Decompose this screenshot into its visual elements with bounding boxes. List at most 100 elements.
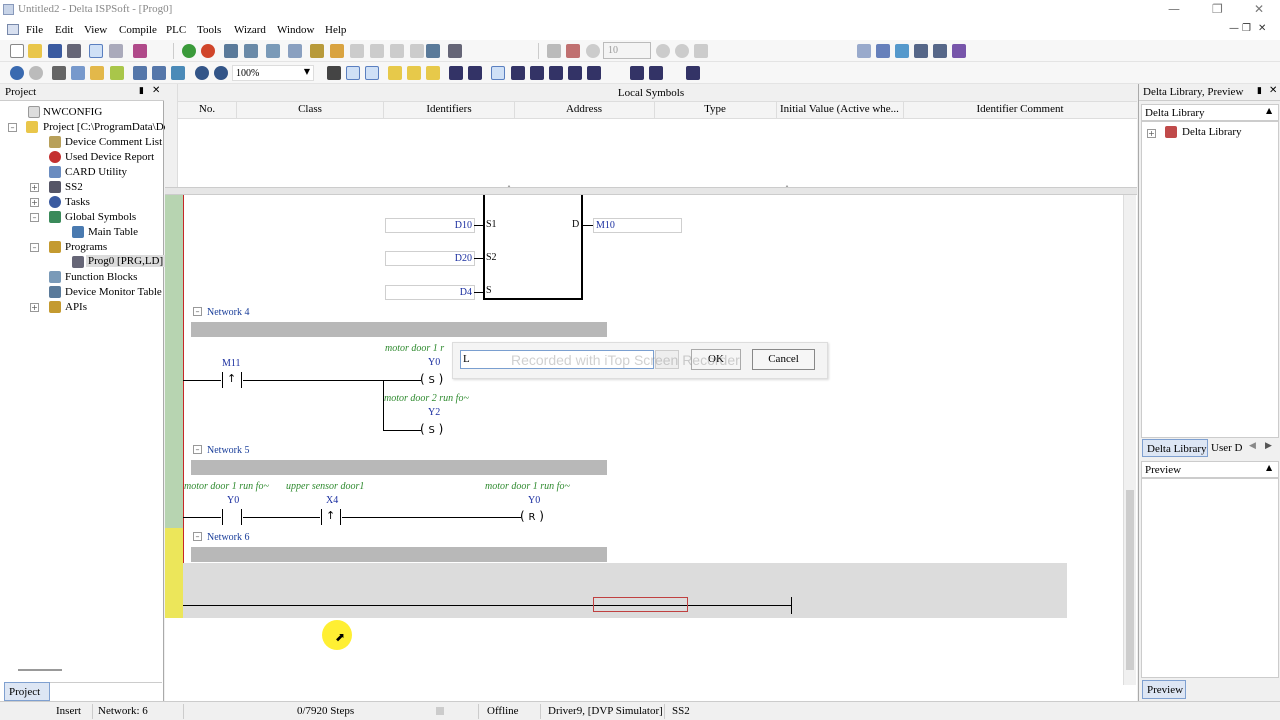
chevron-up-icon[interactable]: ▲ [1266,463,1272,472]
comment-icon[interactable] [346,66,360,80]
insert-icon[interactable] [686,66,700,80]
find-icon[interactable] [133,66,147,80]
zoom-out-icon[interactable] [214,66,228,80]
new-icon[interactable] [10,44,24,58]
stop-icon[interactable] [201,44,215,58]
network-4-comment-bar[interactable] [191,322,607,337]
coil-y0-var[interactable]: Y0 [428,357,440,368]
input-s[interactable]: D4 [385,285,475,300]
col-identifiers[interactable]: Identifiers [414,103,484,115]
step-icon[interactable] [547,44,561,58]
menu-wizard[interactable]: Wizard [234,24,266,36]
chevron-up-icon[interactable]: ▲ [1266,106,1272,115]
mdi-minimize-button[interactable]: — [1229,23,1239,34]
network-6-comment-bar[interactable] [191,547,607,562]
pointer-icon[interactable] [491,66,505,80]
network-5-comment-bar[interactable] [191,460,607,475]
output-d[interactable]: M10 [593,218,682,233]
tab-user-d[interactable]: User D [1211,442,1242,454]
hardware-icon[interactable] [448,44,462,58]
tag-icon[interactable] [426,66,440,80]
network-icon[interactable] [426,44,440,58]
menu-window[interactable]: Window [277,24,314,36]
save-icon[interactable] [48,44,62,58]
wizard-icon[interactable] [330,44,344,58]
contact-x4[interactable]: ↑ [320,509,342,525]
collapse-icon[interactable]: – [30,213,39,222]
compile-icon[interactable] [133,44,147,58]
coil-y2[interactable]: ( S ) [420,422,443,436]
horizontal-scrollbar[interactable] [18,669,62,671]
cancel-button[interactable]: Cancel [752,349,815,370]
input-s2[interactable]: D20 [385,251,475,266]
open-icon[interactable] [28,44,42,58]
vline-icon[interactable] [630,66,644,80]
disabled-icon[interactable] [675,44,689,58]
collapse-network-icon[interactable]: – [193,532,202,541]
view-icon[interactable] [952,44,966,58]
tree-item-ss2[interactable]: SS2 [65,181,83,193]
tree-item-used-device-report[interactable]: Used Device Report [65,151,154,163]
tree-item-device-monitor-table[interactable]: Device Monitor Table [65,286,162,298]
debug-icon[interactable] [566,44,580,58]
disabled-icon[interactable] [29,66,43,80]
tree-item-main-table[interactable]: Main Table [88,226,138,238]
view-icon[interactable] [933,44,947,58]
doc-icon[interactable] [7,24,19,35]
tree-item-apis[interactable]: APIs [65,301,87,313]
scroll-thumb[interactable] [1126,490,1134,670]
col-class[interactable]: Class [280,103,340,115]
and-icon[interactable] [587,66,601,80]
menu-view[interactable]: View [84,24,107,36]
view-icon[interactable] [914,44,928,58]
zoom-select[interactable]: 100% ▼ [232,65,314,81]
view-icon[interactable] [876,44,890,58]
grid-icon[interactable] [327,66,341,80]
tree-item-programs[interactable]: Programs [65,241,107,253]
layout-icon[interactable] [89,44,103,58]
cut-icon[interactable] [52,66,66,80]
tab-delta-library[interactable]: Delta Library [1142,439,1208,457]
coil-y2-var[interactable]: Y2 [428,407,440,418]
print-icon[interactable] [67,44,81,58]
expand-icon[interactable]: + [1147,129,1156,138]
contact-icon[interactable] [449,66,463,80]
online-icon[interactable] [224,44,238,58]
menu-tools[interactable]: Tools [197,24,221,36]
tree-item-function-blocks[interactable]: Function Blocks [65,271,137,283]
collapse-up-icon[interactable]: ˆ [507,185,511,194]
collapse-network-icon[interactable]: – [193,445,202,454]
tab-project[interactable]: Project [4,682,50,701]
collapse-icon[interactable]: – [8,123,17,132]
download-icon[interactable] [266,44,280,58]
disabled-icon[interactable] [370,44,384,58]
tree-item-nwconfig[interactable]: NWCONFIG [43,106,102,118]
mdi-restore-button[interactable]: ❐ [1242,23,1251,34]
expand-icon[interactable]: + [30,303,39,312]
close-icon[interactable]: ✕ [1269,85,1277,96]
menu-edit[interactable]: Edit [55,24,73,36]
zoom-in-icon[interactable] [195,66,209,80]
tree-item-project[interactable]: Project [C:\ProgramData\Delt [43,121,175,133]
view-icon[interactable] [857,44,871,58]
contact-y0-var[interactable]: Y0 [227,495,239,506]
contact-y0[interactable] [221,509,243,525]
monitor-icon[interactable] [288,44,302,58]
maximize-button[interactable]: ❐ [1212,2,1223,16]
contact-m11-var[interactable]: M11 [222,358,241,369]
expand-icon[interactable]: + [30,198,39,207]
connect-icon[interactable] [10,66,24,80]
eraser-icon[interactable] [110,66,124,80]
ladder-editor[interactable] [165,195,1137,701]
tab-scroll-right-icon[interactable]: ▶ [1265,441,1272,451]
step-count-field[interactable]: 10 [603,42,651,59]
view-icon[interactable] [895,44,909,58]
tree-item-card-utility[interactable]: CARD Utility [65,166,127,178]
col-address[interactable]: Address [554,103,614,115]
hline-icon[interactable] [649,66,663,80]
col-identifier-comment[interactable]: Identifier Comment [965,103,1075,115]
tag-icon[interactable] [388,66,402,80]
close-icon[interactable]: ✕ [152,85,160,96]
disabled-icon[interactable] [694,44,708,58]
minimize-button[interactable]: — [1168,2,1180,16]
